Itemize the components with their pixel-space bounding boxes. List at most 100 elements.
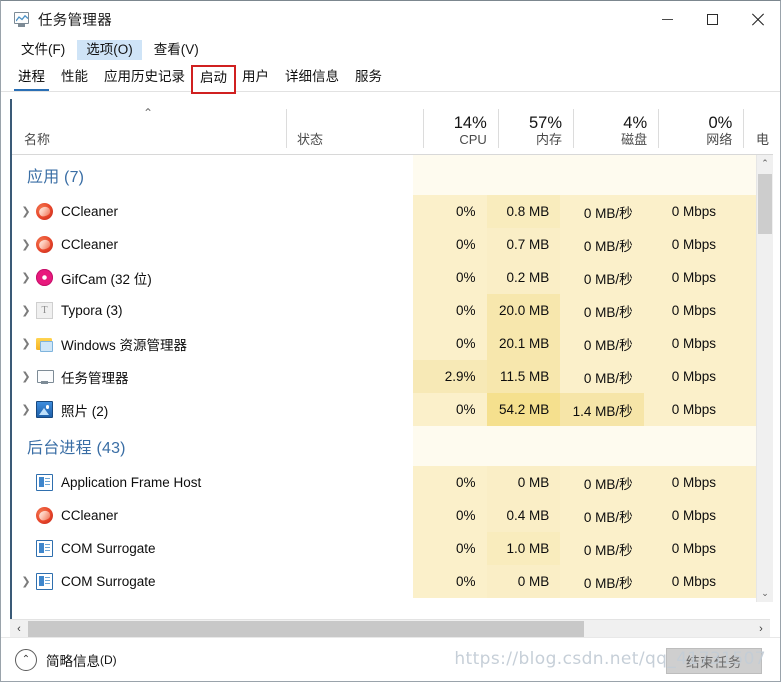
process-power bbox=[727, 499, 756, 532]
brief-info-label: 简略信息 bbox=[46, 653, 100, 669]
group-status-cell bbox=[280, 155, 413, 195]
process-disk: 0 MB/秒 bbox=[560, 261, 644, 294]
table-row[interactable]: ❯ 照片 (2) 0% 54.2 MB 1.4 MB/秒 0 Mbps bbox=[12, 393, 756, 426]
horizontal-scroll-thumb[interactable] bbox=[28, 620, 584, 638]
vertical-scrollbar[interactable]: ⌃ ⌄ bbox=[756, 155, 773, 602]
process-name: GifCam (32 位) bbox=[61, 271, 152, 287]
table-row[interactable]: ❯COM Surrogate0%1.0 MB0 MB/秒0 Mbps bbox=[12, 532, 756, 565]
task-manager-icon bbox=[13, 11, 30, 28]
tab-1[interactable]: 性能 bbox=[53, 66, 96, 92]
minimize-icon bbox=[662, 18, 673, 20]
process-network: 0 Mbps bbox=[643, 327, 728, 360]
expand-chevron-icon[interactable]: ❯ bbox=[18, 575, 34, 588]
column-header-status[interactable]: 状态 bbox=[285, 99, 423, 154]
table-row[interactable]: ❯ T Typora (3) 0% 20.0 MB 0 MB/秒 0 Mbps bbox=[12, 294, 756, 327]
column-header-power[interactable]: 电 bbox=[743, 99, 773, 154]
process-group-header[interactable]: 后台进程 (43) bbox=[12, 426, 756, 466]
process-name: CCleaner bbox=[61, 237, 119, 252]
column-header-status-label: 状态 bbox=[296, 132, 323, 148]
window-app-icon bbox=[36, 573, 53, 590]
vertical-scroll-thumb[interactable] bbox=[758, 174, 772, 234]
scroll-down-arrow-icon[interactable]: ⌄ bbox=[757, 585, 773, 602]
tab-4[interactable]: 用户 bbox=[234, 66, 277, 92]
horizontal-scroll-track[interactable] bbox=[28, 619, 752, 639]
process-disk: 0 MB/秒 bbox=[560, 466, 644, 499]
process-name: CCleaner bbox=[61, 508, 119, 523]
tab-6[interactable]: 服务 bbox=[347, 66, 390, 92]
tab-strip: 进程 性能 应用历史记录 启动 用户 详细信息 服务 bbox=[1, 63, 780, 94]
expand-chevron-icon[interactable]: ❯ bbox=[18, 238, 34, 251]
table-row[interactable]: ❯Application Frame Host0%0 MB0 MB/秒0 Mbp… bbox=[12, 466, 756, 499]
tab-3[interactable]: 启动 bbox=[191, 65, 236, 94]
process-cpu: 2.9% bbox=[412, 360, 487, 393]
network-total-percent: 0% bbox=[708, 113, 733, 132]
column-header-name[interactable]: ⌃ 名称 bbox=[12, 99, 286, 154]
column-header-disk-label: 磁盘 bbox=[621, 132, 648, 148]
process-power bbox=[727, 195, 756, 228]
ccleaner-icon bbox=[36, 236, 53, 253]
tab-2[interactable]: 应用历史记录 bbox=[96, 66, 193, 92]
table-row[interactable]: ❯ CCleaner 0% 0.8 MB 0 MB/秒 0 Mbps bbox=[12, 195, 756, 228]
group-status-cell bbox=[280, 426, 413, 466]
table-row[interactable]: ❯ GifCam (32 位) 0% 0.2 MB 0 MB/秒 0 Mbps bbox=[12, 261, 756, 294]
end-task-button[interactable]: 结束任务 bbox=[666, 648, 762, 674]
table-row[interactable]: ❯ 任务管理器 2.9% 11.5 MB 0 MB/秒 0 Mbps bbox=[12, 360, 756, 393]
process-name: Application Frame Host bbox=[61, 475, 202, 490]
process-cpu: 0% bbox=[412, 228, 487, 261]
table-row[interactable]: ❯CCleaner0%0.4 MB0 MB/秒0 Mbps bbox=[12, 499, 756, 532]
gifcam-icon bbox=[36, 269, 53, 286]
process-group-header[interactable]: 应用 (7) bbox=[12, 155, 756, 195]
column-header-row: ⌃ 名称 状态 14% CPU 57% 内存 4% 磁盘 0% 网络 电 bbox=[12, 99, 773, 155]
menu-bar: 文件(F) 选项(O) 查看(V) bbox=[1, 37, 780, 63]
process-cpu: 0% bbox=[412, 565, 487, 598]
scroll-right-arrow-icon[interactable]: › bbox=[752, 620, 770, 639]
expand-chevron-icon[interactable]: ❯ bbox=[18, 271, 34, 284]
column-header-network[interactable]: 0% 网络 bbox=[658, 99, 743, 154]
brief-info-button[interactable]: ⌃ 简略信息 (D) bbox=[15, 648, 117, 671]
menu-item-0[interactable]: 文件(F) bbox=[12, 40, 74, 61]
process-name: 照片 (2) bbox=[61, 403, 109, 419]
expand-chevron-icon[interactable]: ❯ bbox=[18, 403, 34, 416]
scroll-left-arrow-icon[interactable]: ‹ bbox=[10, 620, 28, 639]
maximize-button[interactable] bbox=[690, 1, 735, 37]
expand-chevron-icon[interactable]: ❯ bbox=[18, 370, 34, 383]
horizontal-scrollbar[interactable]: ‹ › bbox=[10, 619, 770, 639]
column-header-disk[interactable]: 4% 磁盘 bbox=[573, 99, 658, 154]
scroll-up-arrow-icon[interactable]: ⌃ bbox=[757, 155, 773, 172]
process-disk: 1.4 MB/秒 bbox=[560, 393, 644, 426]
table-row[interactable]: ❯ Windows 资源管理器 0% 20.1 MB 0 MB/秒 0 Mbps bbox=[12, 327, 756, 360]
group-network-cell bbox=[643, 426, 728, 466]
group-disk-cell bbox=[560, 155, 644, 195]
process-memory: 0.7 MB bbox=[486, 228, 561, 261]
close-button[interactable] bbox=[735, 1, 780, 37]
folder-icon bbox=[36, 335, 53, 352]
minimize-button[interactable] bbox=[645, 1, 690, 37]
group-cpu-cell bbox=[412, 426, 487, 466]
process-cpu: 0% bbox=[412, 532, 487, 565]
menu-item-2[interactable]: 查看(V) bbox=[145, 40, 208, 61]
column-header-cpu[interactable]: 14% CPU bbox=[422, 99, 498, 154]
tab-0[interactable]: 进程 bbox=[10, 66, 53, 92]
expand-chevron-icon[interactable]: ❯ bbox=[18, 205, 34, 218]
table-row[interactable]: ❯ COM Surrogate 0% 0 MB 0 MB/秒 0 Mbps bbox=[12, 565, 756, 598]
process-status bbox=[280, 393, 413, 426]
collapse-chevron-icon: ⌃ bbox=[15, 648, 37, 671]
tab-5[interactable]: 详细信息 bbox=[277, 66, 347, 92]
expand-chevron-icon[interactable]: ❯ bbox=[18, 304, 34, 317]
column-header-memory[interactable]: 57% 内存 bbox=[497, 99, 573, 154]
close-icon bbox=[751, 13, 764, 26]
process-network: 0 Mbps bbox=[643, 532, 728, 565]
process-network: 0 Mbps bbox=[643, 261, 728, 294]
expand-chevron-icon[interactable]: ❯ bbox=[18, 337, 34, 350]
process-cpu: 0% bbox=[412, 195, 487, 228]
group-power-cell bbox=[727, 155, 756, 195]
column-header-name-label: 名称 bbox=[24, 132, 51, 148]
process-status bbox=[280, 294, 413, 327]
menu-item-1[interactable]: 选项(O) bbox=[77, 39, 142, 61]
process-disk: 0 MB/秒 bbox=[560, 294, 644, 327]
process-network: 0 Mbps bbox=[643, 466, 728, 499]
photos-icon bbox=[36, 401, 53, 418]
process-network: 0 Mbps bbox=[643, 195, 728, 228]
table-row[interactable]: ❯ CCleaner 0% 0.7 MB 0 MB/秒 0 Mbps bbox=[12, 228, 756, 261]
process-status bbox=[280, 466, 413, 499]
